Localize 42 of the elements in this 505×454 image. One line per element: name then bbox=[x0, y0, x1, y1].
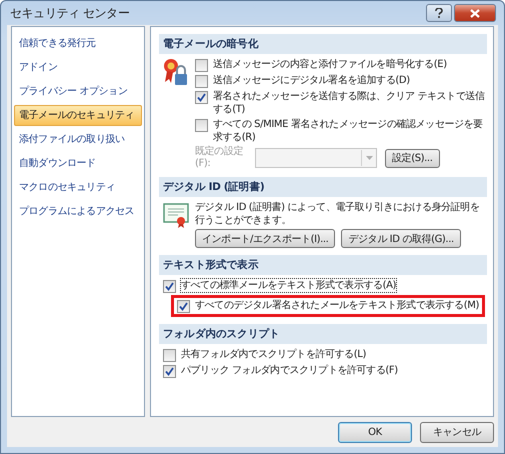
dropdown-arrow-icon bbox=[366, 156, 372, 160]
checkbox-label: 共有フォルダ内でスクリプトを許可する(L) bbox=[181, 348, 366, 361]
checkbox[interactable] bbox=[177, 300, 190, 313]
cancel-button[interactable]: キャンセル bbox=[420, 422, 494, 442]
description-text: デジタル ID (証明書) によって、電子取り引きにおける身分証明を行うことができます。 bbox=[195, 201, 480, 227]
section-header: 電子メールの暗号化 bbox=[159, 34, 487, 54]
action-button[interactable]: インポート/エクスポート(I)... bbox=[195, 229, 336, 248]
section-header: テキスト形式で表示 bbox=[159, 255, 487, 275]
default-setting-label: 既定の設定(F): bbox=[195, 146, 244, 170]
sidebar-item[interactable]: 電子メールのセキュリティ bbox=[14, 105, 142, 126]
action-button[interactable]: デジタル ID の取得(G)... bbox=[341, 229, 461, 248]
sidebar-item[interactable]: プライバシー オプション bbox=[14, 81, 142, 102]
checkbox-label: すべてのデジタル署名されたメールをテキスト形式で表示する(M) bbox=[195, 299, 480, 312]
sidebar-item[interactable]: 添付ファイルの取り扱い bbox=[14, 129, 142, 150]
close-icon bbox=[470, 8, 480, 18]
section-header: デジタル ID (証明書) bbox=[159, 177, 487, 197]
checkbox-label: パブリック フォルダ内でスクリプトを許可する(F) bbox=[181, 364, 398, 377]
sidebar-item[interactable]: アドイン bbox=[14, 57, 142, 78]
window-title: セキュリティ センター bbox=[10, 4, 130, 22]
ok-button[interactable]: OK bbox=[338, 422, 412, 442]
checkbox-label: 送信メッセージにデジタル署名を追加する(D) bbox=[213, 74, 410, 87]
sidebar-item[interactable]: プログラムによるアクセス bbox=[14, 201, 142, 222]
checkbox[interactable] bbox=[163, 280, 176, 293]
checkbox-label: すべての S/MIME 署名されたメッセージの確認メッセージを要求する(R) bbox=[213, 118, 484, 144]
checkbox[interactable] bbox=[195, 119, 208, 132]
help-button[interactable] bbox=[426, 4, 452, 22]
checkbox-label: すべての標準メールをテキスト形式で表示する(A) bbox=[181, 279, 396, 292]
certificate-lock-icon bbox=[163, 58, 189, 88]
sidebar-item[interactable]: 信頼できる発行元 bbox=[14, 33, 142, 54]
checkbox[interactable] bbox=[195, 91, 208, 104]
checkbox[interactable] bbox=[195, 75, 208, 88]
checkbox[interactable] bbox=[163, 349, 176, 362]
certificate-icon bbox=[163, 201, 189, 229]
checkbox-label: 署名されたメッセージを送信する際は、クリア テキストで送信する(T) bbox=[213, 90, 486, 116]
sidebar-item[interactable]: 自動ダウンロード bbox=[14, 153, 142, 174]
section-header: フォルダ内のスクリプト bbox=[159, 324, 487, 344]
close-button[interactable] bbox=[454, 4, 496, 22]
sidebar-item[interactable]: マクロのセキュリティ bbox=[14, 177, 142, 198]
checkbox[interactable] bbox=[195, 59, 208, 72]
checkbox-label: 送信メッセージの内容と添付ファイルを暗号化する(E) bbox=[213, 58, 447, 71]
help-icon bbox=[435, 8, 443, 18]
checkbox[interactable] bbox=[163, 365, 176, 378]
